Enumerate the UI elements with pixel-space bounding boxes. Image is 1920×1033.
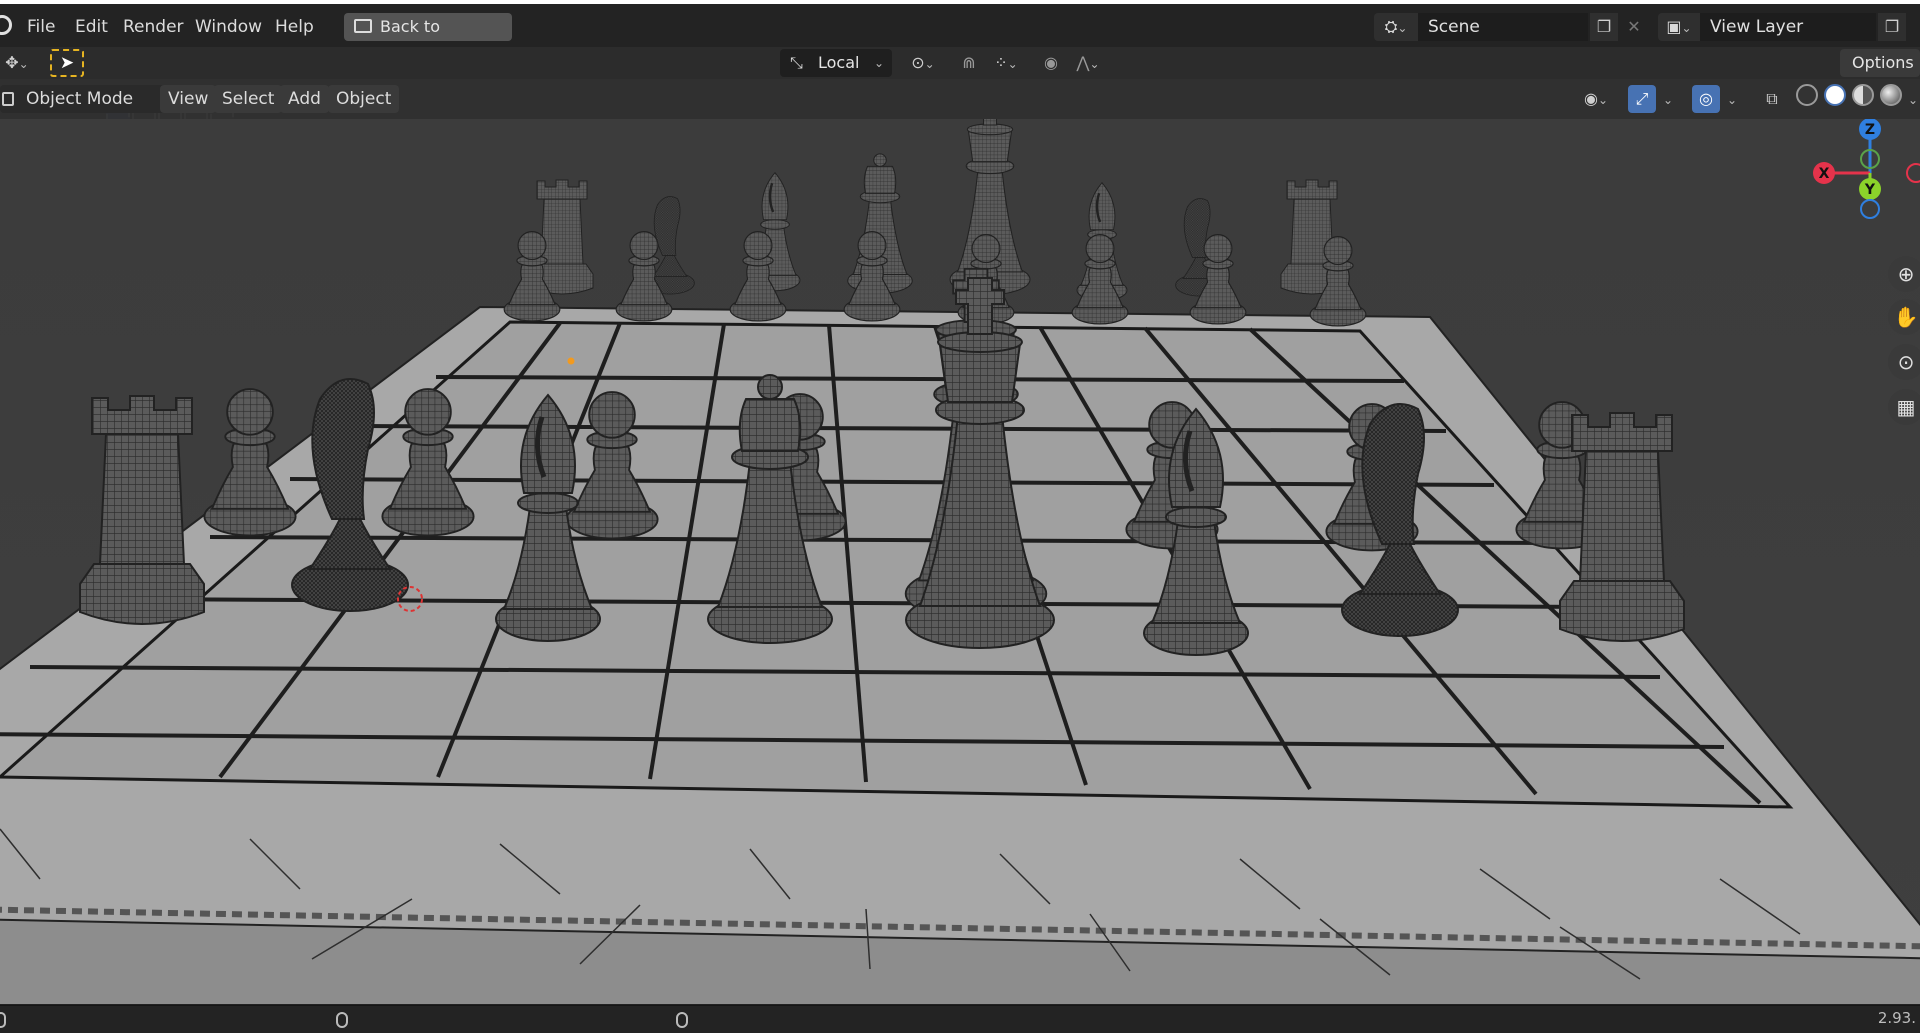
magnet-icon[interactable]: ⋒ (954, 49, 984, 77)
header-menu-view[interactable]: View (160, 85, 217, 113)
object-mode-dropdown[interactable]: Object Mode ⌄ (0, 85, 180, 113)
delete-scene-icon[interactable]: ✕ (1620, 13, 1648, 41)
hand-icon[interactable]: ✋ (1888, 299, 1920, 335)
object-mode-icon (2, 92, 14, 106)
menu-file[interactable]: File (20, 13, 62, 41)
select-tool-icon[interactable]: ➤ (50, 49, 84, 77)
transform-orientation-dropdown[interactable]: ⤡ Local ⌄ (780, 49, 892, 77)
header-menu-object[interactable]: Object (328, 85, 400, 113)
scene-browse-button[interactable]: ⛭⌄ (1374, 13, 1418, 41)
chess-scene (0, 119, 1920, 1005)
gizmo-x-label: X (1819, 166, 1830, 182)
menu-edit[interactable]: Edit (68, 13, 115, 41)
gizmo-dropdown[interactable]: ⌄ (1658, 85, 1678, 113)
menu-render[interactable]: Render (116, 13, 191, 41)
proportional-edit-icon[interactable]: ◉ (1038, 49, 1064, 77)
new-view-layer-button[interactable]: ❐ (1878, 13, 1906, 41)
status-bar: 2.93. (0, 1005, 1920, 1033)
falloff-dropdown[interactable]: ⋀⌄ (1068, 49, 1108, 77)
transform-orientation-value: Local (818, 53, 860, 72)
menu-help[interactable]: Help (268, 13, 321, 41)
mouse-middle-icon (336, 1012, 348, 1028)
wireframe-shading-icon[interactable] (1796, 84, 1818, 106)
gizmo-y-label: Y (1864, 182, 1876, 198)
version-label: 2.93. (1877, 1009, 1916, 1027)
shading-dropdown[interactable]: ⌄ (1906, 85, 1920, 113)
pivot-point-dropdown[interactable]: ⊙⌄ (902, 49, 944, 77)
3d-viewport[interactable]: Z X Y ⊕ ✋ ⊙ ▦ (0, 119, 1920, 1005)
mouse-left-icon (0, 1012, 6, 1028)
header-menu-select[interactable]: Select (214, 85, 283, 113)
navigation-gizmo[interactable]: Z X Y (1800, 119, 1920, 229)
view-layer-browse-button[interactable]: ▣⌄ (1658, 13, 1700, 41)
overlay-dropdown[interactable]: ⌄ (1722, 85, 1742, 113)
view-layer-icon: ▣ (1666, 17, 1682, 36)
object-origin-dot (567, 357, 575, 365)
gizmo-toggle-icon[interactable]: ⤢ (1628, 85, 1656, 113)
solid-shading-icon[interactable] (1824, 84, 1846, 106)
gizmo-z-label: Z (1865, 122, 1875, 138)
view-layer-name-field[interactable]: View Layer (1700, 13, 1876, 41)
viewport-header: Object Mode ⌄ View Select Add Object ◉⌄ … (0, 79, 1920, 119)
back-window-icon (354, 19, 372, 33)
camera-icon[interactable]: ⊙ (1888, 344, 1920, 380)
blender-logo-icon[interactable] (0, 15, 12, 35)
tool-settings-bar: ✥⌄ ➤ ⤡ Local ⌄ ⊙⌄ ⋒ ⁘⌄ ◉ ⋀⌄ Options (0, 47, 1920, 122)
material-shading-icon[interactable] (1852, 84, 1874, 106)
overlay-toggle-icon[interactable]: ◎ (1692, 85, 1720, 113)
scene-icon: ⛭ (1384, 17, 1398, 36)
visibility-dropdown[interactable]: ◉⌄ (1576, 85, 1616, 113)
menu-window[interactable]: Window (188, 13, 269, 41)
tool-icon-dropdown[interactable]: ✥⌄ (0, 49, 34, 77)
snap-increment-dropdown[interactable]: ⁘⌄ (986, 49, 1026, 77)
options-dropdown[interactable]: Options (1840, 49, 1920, 77)
top-bar: File Edit Render Window Help Back to Pre… (0, 0, 1920, 64)
rendered-shading-icon[interactable] (1880, 84, 1902, 106)
zoom-icon[interactable]: ⊕ (1888, 256, 1920, 292)
scene-name-field[interactable]: Scene (1418, 13, 1588, 41)
back-to-previous-button[interactable]: Back to Previous (344, 13, 512, 64)
new-scene-button[interactable]: ❐ (1590, 13, 1618, 41)
grid-icon[interactable]: ▦ (1888, 389, 1920, 425)
object-mode-label: Object Mode (26, 89, 134, 109)
xray-toggle-icon[interactable]: ⧉ (1758, 85, 1786, 113)
mouse-right-icon (676, 1012, 688, 1028)
orientation-icon: ⤡ (790, 53, 803, 72)
header-menu-add[interactable]: Add (280, 85, 329, 113)
